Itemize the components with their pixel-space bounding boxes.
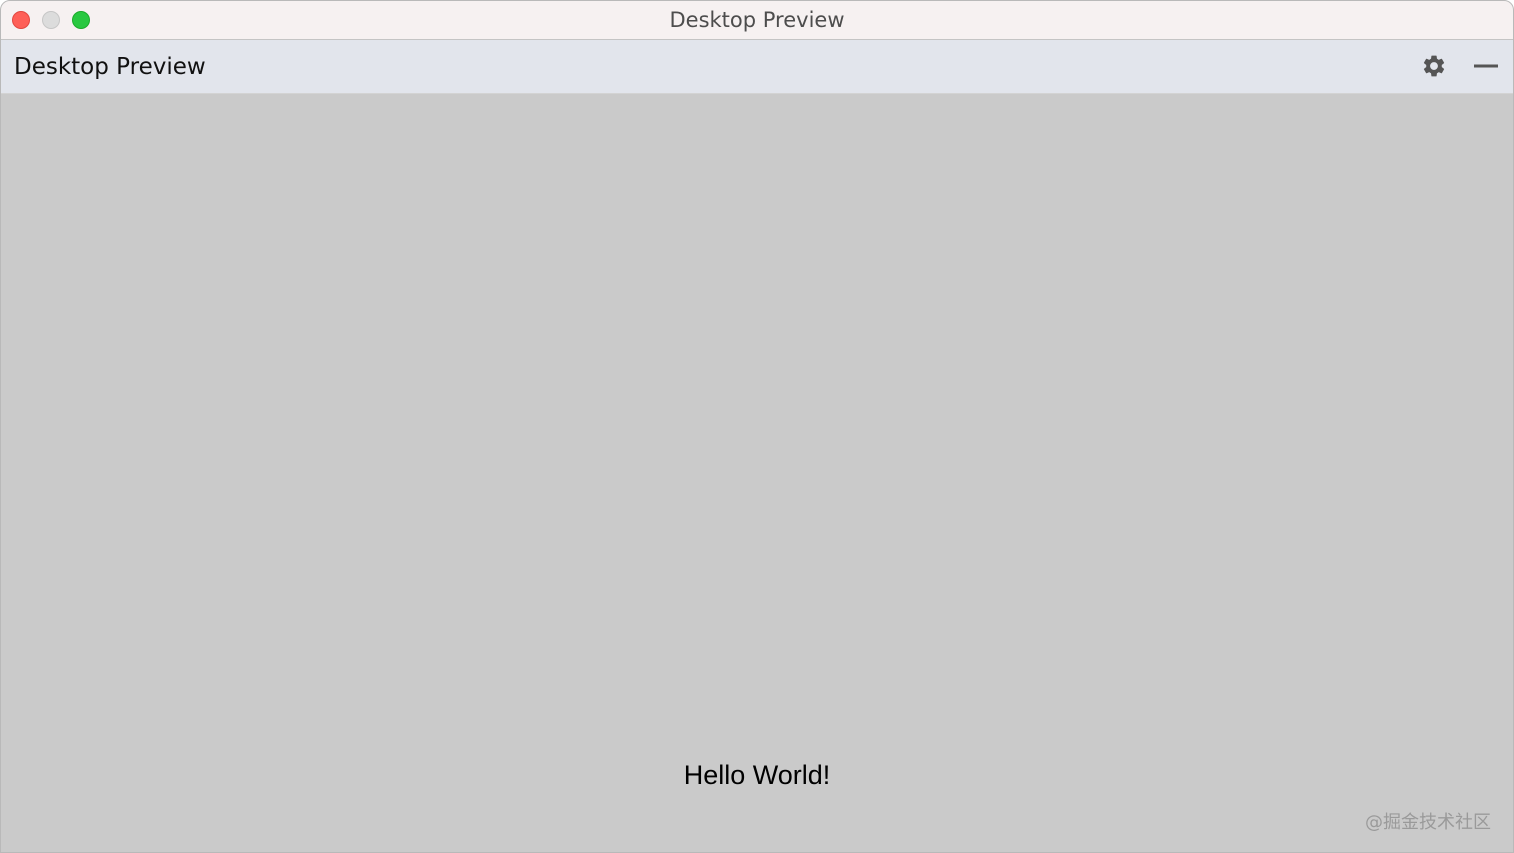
window-title: Desktop Preview [669, 8, 845, 32]
minimize-panel-button[interactable] [1472, 52, 1500, 80]
hello-world-text: Hello World! [683, 760, 831, 790]
minus-icon [1474, 64, 1498, 68]
toolbar: Desktop Preview [1, 40, 1513, 94]
app-window: Desktop Preview Desktop Preview Hello Wo… [0, 0, 1514, 853]
watermark: @掘金技术社区 [1365, 812, 1491, 833]
gear-icon [1423, 55, 1445, 77]
preview-content: Hello World! @掘金技术社区 [1, 94, 1513, 852]
settings-button[interactable] [1420, 52, 1448, 80]
toolbar-title: Desktop Preview [14, 54, 206, 80]
window-titlebar[interactable]: Desktop Preview [1, 1, 1513, 40]
